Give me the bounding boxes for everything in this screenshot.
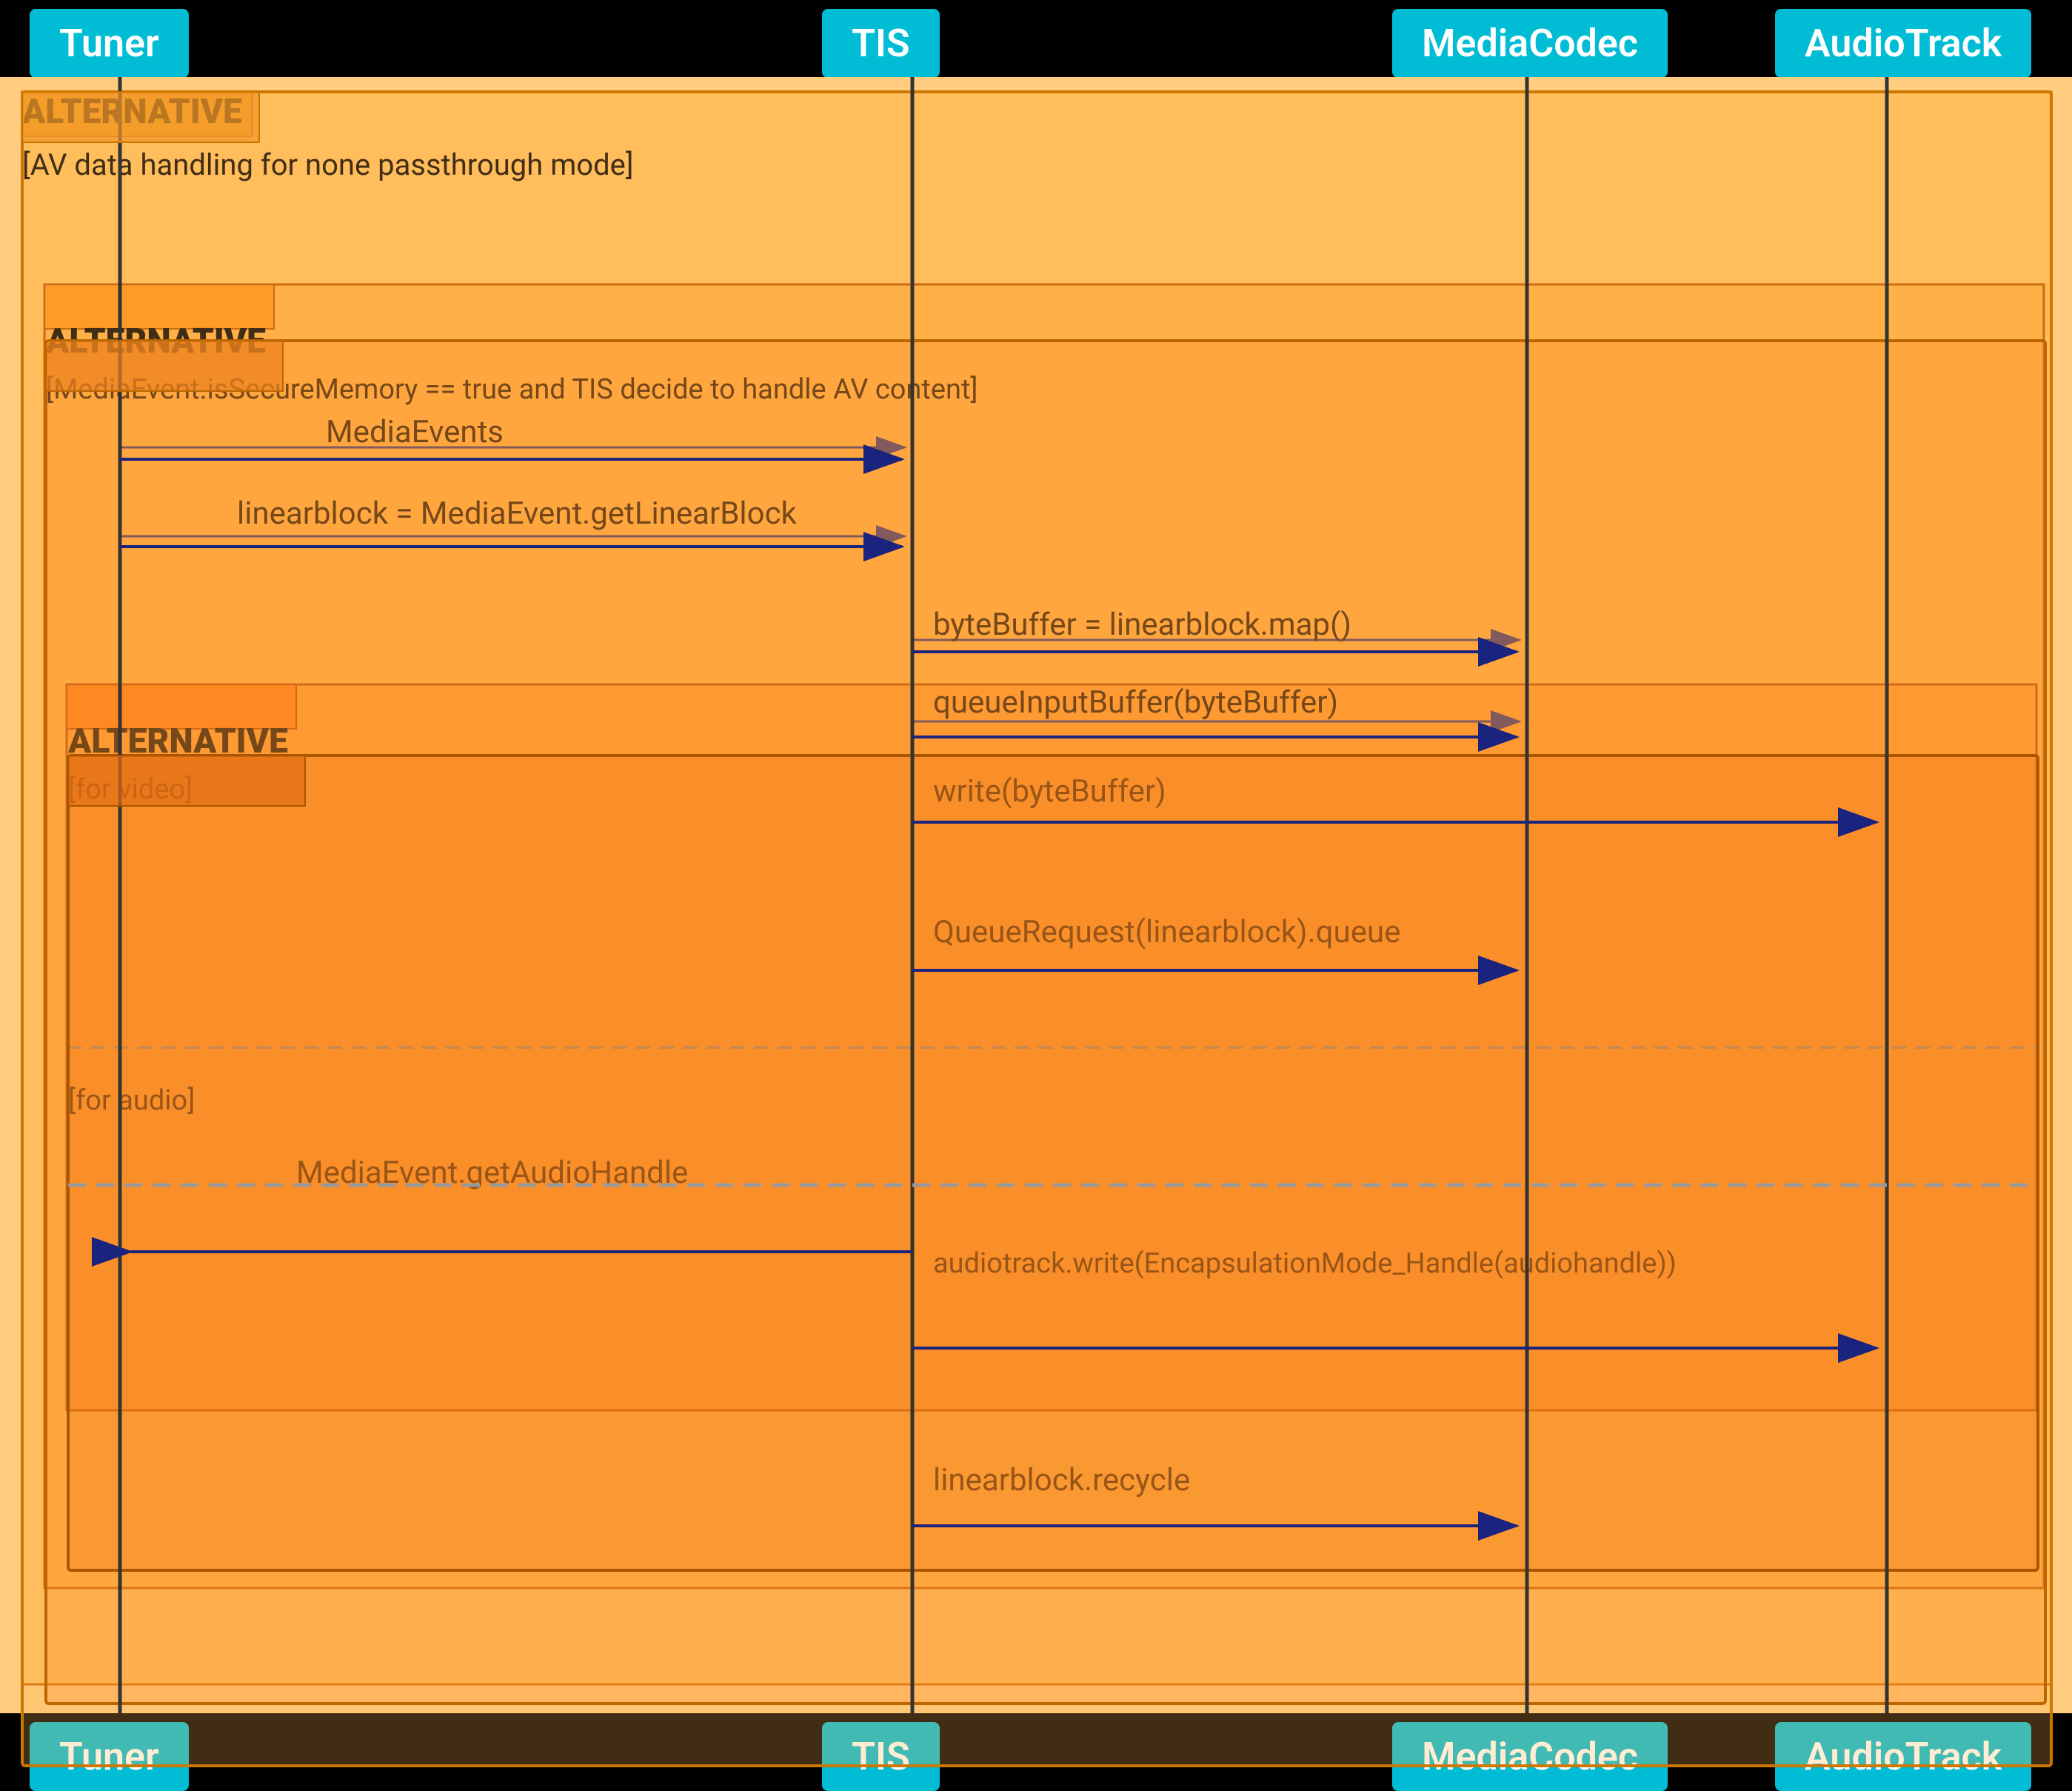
alt-outer-condition: [AV data handling for none passthrough m… [22,147,634,182]
msg9-label: linearblock.recycle [933,1462,1190,1498]
msg7-label: MediaEvent.getAudioHandle [296,1155,688,1191]
actor-mediacodec-top: MediaCodec [1392,9,1668,78]
actor-audiotrack-top: AudioTrack [1775,9,2031,78]
msg4-label: queueInputBuffer(byteBuffer) [933,684,1338,721]
actor-tis-top: TIS [822,9,940,78]
msg3-label: byteBuffer = linearblock.map() [933,607,1351,643]
actor-mediacodec-bottom: MediaCodec [1392,1722,1668,1791]
alt-middle-condition: [MediaEvent.isSecureMemory == true and T… [46,373,978,406]
main-area: ALTERNATIVE [AV data handling for none p… [0,77,2072,1713]
actors-top-bar: Tuner TIS MediaCodec AudioTrack [0,0,2072,77]
actor-tis-bottom: TIS [822,1722,940,1791]
actor-audiotrack-bottom: AudioTrack [1775,1722,2031,1791]
msg8-label: audiotrack.write(EncapsulationMode_Handl… [933,1247,1677,1280]
actor-tuner-top: Tuner [30,9,189,78]
alt-inner-condition-audio: [for audio] [68,1084,195,1117]
msg1-label: MediaEvents [326,414,504,450]
diagram-container: Tuner TIS MediaCodec AudioTrack [0,0,2072,1790]
alt-inner-label: ALTERNATIVE [68,721,288,761]
actor-tuner-bottom: Tuner [30,1722,189,1791]
msg2-label: linearblock = MediaEvent.getLinearBlock [237,496,797,532]
alt-outer-label: ALTERNATIVE [22,92,242,132]
alt-inner-condition-video: [for video] [68,773,193,806]
alt-middle-label: ALTERNATIVE [46,321,266,361]
actors-bottom-bar: Tuner TIS MediaCodec AudioTrack [0,1713,2072,1790]
msg5-label: write(byteBuffer) [933,773,1166,810]
msg6-label: QueueRequest(linearblock).queue [933,914,1400,950]
